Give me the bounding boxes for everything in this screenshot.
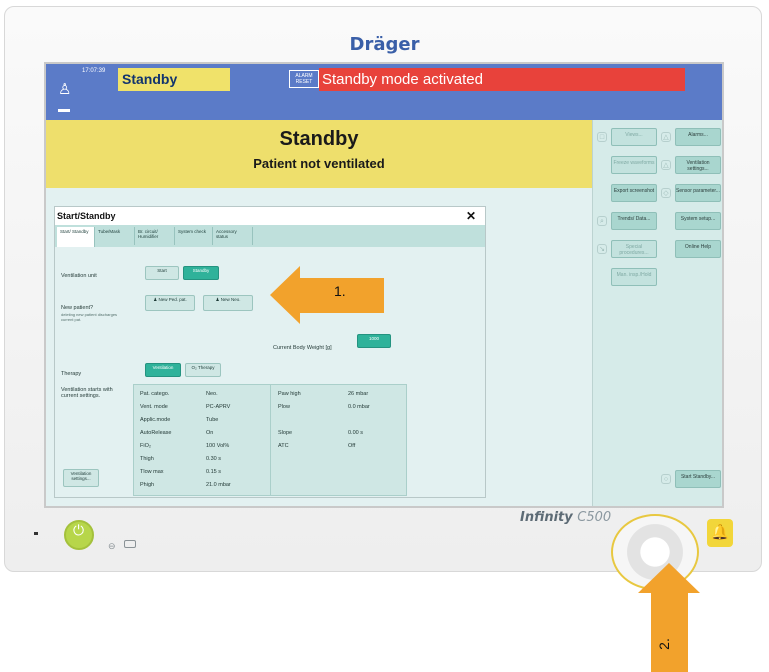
body-weight-field[interactable]: 1000 (357, 334, 391, 348)
setting-name: Paw high (278, 391, 301, 397)
callout-arrow-2-head (638, 563, 700, 593)
brand-logo: Dräger (349, 34, 420, 55)
new-neonate-button[interactable]: ♟ New Neo. (203, 295, 253, 311)
status-field: Standby (118, 68, 230, 91)
setting-value: 21.0 mbar (206, 482, 231, 488)
callout-arrow-1-head (270, 266, 300, 324)
callout-label-2: 2. (655, 638, 672, 650)
therapy-label: Therapy (61, 371, 82, 377)
setting-name: Slope (278, 430, 293, 436)
start-button[interactable]: Start (145, 266, 179, 280)
setting-name: Applic.mode (140, 417, 171, 423)
alarm-bell-icon: △ (661, 132, 671, 142)
standby-banner: Standby Patient not ventilated (46, 120, 592, 188)
header-bar: 17:07:39 ♙ Standby ALARM RESET Standby m… (46, 64, 722, 120)
tab-accessory-status[interactable]: Accessory status (213, 227, 253, 245)
new-patient-hint: deleting new patient discharges current … (61, 312, 118, 322)
ventilation-therapy-button[interactable]: Ventilation (145, 363, 181, 377)
export-screenshot-button[interactable]: Export screenshot (611, 184, 657, 202)
patient-indicator (58, 109, 70, 112)
power-icon: ⏻ (73, 522, 85, 538)
setting-name: AutoRelease (140, 430, 172, 436)
setting-value: Neo. (206, 391, 218, 397)
setting-name: Pat. catego. (140, 391, 170, 397)
ac-power-icon: ⊖ (108, 541, 116, 551)
main-menu-column: □ Views... Freeze waveforms Export scree… (592, 120, 722, 506)
new-pediatric-patient-button[interactable]: ♟ New Ped. pat. (145, 295, 195, 311)
divider (270, 385, 271, 495)
setting-name: ATC (278, 443, 289, 449)
freeze-waveforms-button[interactable]: Freeze waveforms (611, 156, 657, 174)
ventilation-starts-note: Ventilation starts with current settings… (61, 387, 113, 399)
patient-icon[interactable]: ♙ (58, 80, 71, 98)
alarm-reset-button[interactable]: ALARM RESET (289, 70, 319, 88)
tab-tube-mask[interactable]: Tube/Mask (95, 227, 135, 245)
trends-data-button[interactable]: Trends/ Data... (611, 212, 657, 230)
setting-name: Plow (278, 404, 290, 410)
tab-start-standby[interactable]: Start/ Standby (57, 227, 95, 248)
setting-name: Tlow max (140, 469, 164, 475)
body-weight-label: Current Body Weight [g] (273, 345, 332, 351)
alarm-message: Standby mode activated (319, 68, 685, 91)
banner-title: Standby (279, 128, 359, 150)
callout-label-1: 1. (334, 283, 346, 299)
special-procedures-icon: ↘ (597, 244, 607, 254)
standby-button[interactable]: Standby (183, 266, 219, 280)
setting-value: 0.00 s (348, 430, 363, 436)
dialog-title: Start/Standby (57, 211, 116, 221)
power-led (34, 532, 38, 535)
online-help-button[interactable]: Online Help (675, 240, 721, 258)
start-standby-button[interactable]: Start Standby... (675, 470, 721, 488)
callout-arrow-2 (651, 591, 688, 672)
clock: 17:07:39 (82, 68, 106, 74)
tab-breathing-circuit[interactable]: Br. circuit/ Humidifier (135, 227, 175, 245)
o2-therapy-button[interactable]: O₂ Therapy (185, 363, 221, 377)
setting-value: PC-APRV (206, 404, 231, 410)
ventilation-unit-label: Ventilation unit (61, 273, 97, 279)
battery-icon (124, 540, 136, 548)
trends-icon: ⌕ (597, 216, 607, 226)
alarm-silence-button[interactable]: 🔔 (707, 519, 733, 547)
manual-inspiration-button[interactable]: Man. insp./Hold (611, 268, 657, 286)
bell-icon: 🔔 (710, 524, 730, 541)
setting-name: FiO₂ (140, 443, 151, 449)
setting-value: 0.30 s (206, 456, 221, 462)
banner-subtitle: Patient not ventilated (253, 156, 385, 171)
setting-name: Thigh (140, 456, 154, 462)
views-button[interactable]: Views... (611, 128, 657, 146)
close-button[interactable]: ✕ (463, 209, 479, 223)
ventilation-icon: △ (661, 160, 671, 170)
setting-value: 26 mbar (348, 391, 369, 397)
views-icon: □ (597, 132, 607, 142)
setting-value: 100 Vol% (206, 443, 230, 449)
ventilation-settings-button[interactable]: Ventilation settings... (675, 156, 721, 174)
dialog-tabs: Start/ Standby Tube/Mask Br. circuit/ Hu… (55, 225, 485, 248)
standby-icon: ○ (661, 474, 671, 484)
settings-summary: Pat. catego. Neo. Vent. mode PC-APRV Applic.… (133, 384, 407, 496)
setting-value: 0.15 s (206, 469, 221, 475)
start-standby-dialog: Start/Standby ✕ Start/ Standby Tube/Mask… (54, 206, 486, 498)
setting-value: On (206, 430, 214, 436)
setting-value: Off (348, 443, 356, 449)
system-setup-button[interactable]: System setup... (675, 212, 721, 230)
sensor-parameter-button[interactable]: Sensor parameter... (675, 184, 721, 202)
setting-value: 0.0 mbar (348, 404, 370, 410)
model-label: Infinity C500 (520, 510, 612, 525)
setting-value: Tube (206, 417, 219, 423)
sensor-icon: ◇ (661, 188, 671, 198)
ventilation-settings-button[interactable]: Ventilation settings... (63, 469, 99, 487)
new-patient-label: New patient? (61, 305, 94, 311)
tab-system-check[interactable]: System check (175, 227, 213, 245)
setting-name: Vent. mode (140, 404, 168, 410)
alarms-button[interactable]: Alarms... (675, 128, 721, 146)
ventilator-screen: 17:07:39 ♙ Standby ALARM RESET Standby m… (44, 62, 724, 508)
special-procedures-button[interactable]: Special procedures... (611, 240, 657, 258)
setting-name: Phigh (140, 482, 155, 488)
